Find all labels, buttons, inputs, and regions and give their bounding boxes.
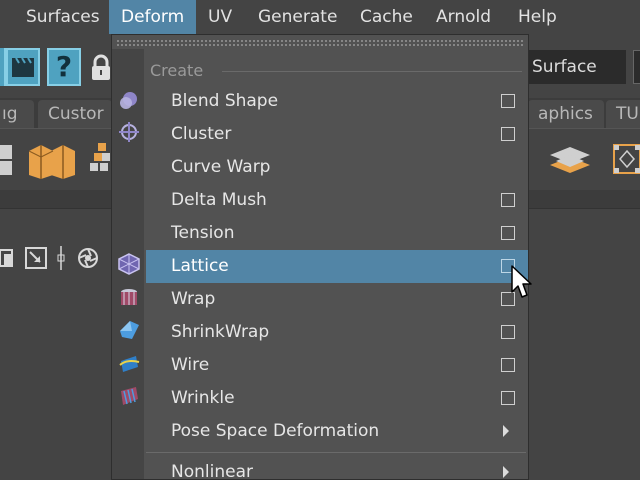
menu-item-cluster[interactable]: Cluster	[146, 118, 528, 151]
divider-handle-icon	[57, 246, 65, 270]
wrinkle-icon	[121, 387, 138, 405]
menu-item-label: Cluster	[171, 124, 232, 144]
menu-item-label: Tension	[171, 223, 235, 243]
main-menubar: Surfaces Deform UV Generate Cache Arnold…	[0, 0, 640, 34]
menu-item-pose-space-deformation[interactable]: Pose Space Deformation	[146, 415, 528, 448]
submenu-arrow-icon	[503, 466, 509, 478]
menu-generate[interactable]: Generate	[258, 0, 337, 34]
menu-item-blend-shape[interactable]: Blend Shape	[146, 85, 528, 118]
tearoff-bar[interactable]	[116, 39, 524, 47]
submenu-arrow-icon	[503, 425, 509, 437]
mouse-cursor-icon	[511, 265, 532, 298]
menu-help[interactable]: Help	[518, 0, 557, 34]
option-box-icon[interactable]	[501, 127, 515, 141]
wire-icon	[119, 356, 140, 372]
lattice-icon	[118, 253, 140, 275]
menu-item-label: Lattice	[171, 256, 229, 276]
shelf-tab-tu[interactable]: TU	[606, 100, 640, 128]
menu-item-delta-mush[interactable]: Delta Mush	[146, 184, 528, 217]
menu-item-label: Wrinkle	[171, 388, 235, 408]
option-box-icon[interactable]	[501, 193, 515, 207]
shelf-tab-custom[interactable]: Custor	[38, 100, 112, 128]
menu-separator	[146, 452, 526, 453]
menu-item-label: Wire	[171, 355, 210, 375]
aperture-icon[interactable]	[76, 246, 100, 270]
option-box-icon[interactable]	[501, 391, 515, 405]
clapper-icon[interactable]	[6, 48, 40, 86]
shrinkwrap-icon	[120, 321, 139, 339]
menu-item-curve-warp[interactable]: Curve Warp	[146, 151, 528, 184]
cube-stack-icon[interactable]	[90, 141, 110, 181]
menu-item-tension[interactable]: Tension	[146, 217, 528, 250]
section-divider	[222, 71, 522, 72]
menu-item-nonlinear[interactable]: Nonlinear	[146, 456, 528, 480]
cluster-icon	[119, 122, 139, 142]
menu-arnold[interactable]: Arnold	[436, 0, 491, 34]
menu-item-label: ShrinkWrap	[171, 322, 270, 342]
option-box-icon[interactable]	[501, 94, 515, 108]
expand-icon[interactable]	[24, 246, 48, 270]
menu-item-label: Blend Shape	[171, 91, 279, 111]
surface-field[interactable]: Surface	[526, 50, 626, 84]
section-header-create: Create	[150, 61, 204, 80]
cube-split-icon[interactable]	[27, 143, 77, 179]
wrap-icon	[121, 289, 137, 305]
menu-item-wrinkle[interactable]: Wrinkle	[146, 382, 528, 415]
blend-shape-icon	[120, 92, 137, 109]
menu-item-shrinkwrap[interactable]: ShrinkWrap	[146, 316, 528, 349]
menu-item-label: Wrap	[171, 289, 216, 309]
help-question-icon[interactable]: ?	[47, 48, 81, 86]
menu-item-label: Pose Space Deformation	[171, 421, 380, 441]
lattice-box-icon[interactable]	[612, 141, 640, 179]
menu-item-label: Nonlinear	[171, 462, 253, 480]
option-box-icon[interactable]	[501, 226, 515, 240]
option-box-icon[interactable]	[501, 325, 515, 339]
menu-item-lattice[interactable]: Lattice	[146, 250, 528, 283]
surface-field-text: Surface	[532, 57, 597, 77]
lock-icon[interactable]	[90, 54, 112, 82]
shelf-tab-rigging[interactable]: ıg	[0, 100, 34, 128]
menu-surfaces[interactable]: Surfaces	[26, 0, 100, 34]
surface-field-button[interactable]	[633, 50, 640, 84]
menu-item-label: Curve Warp	[171, 157, 271, 177]
plane-stack-icon[interactable]	[548, 145, 594, 177]
plane-grid-icon[interactable]	[0, 143, 16, 179]
menu-cache[interactable]: Cache	[360, 0, 413, 34]
menu-deform[interactable]: Deform	[109, 0, 197, 34]
menu-uv[interactable]: UV	[208, 0, 232, 34]
option-box-icon[interactable]	[501, 358, 515, 372]
panel-layout-icon[interactable]	[0, 248, 14, 268]
menu-item-wrap[interactable]: Wrap	[146, 283, 528, 316]
shelf-tab-graphics[interactable]: aphics	[528, 100, 604, 128]
deform-dropdown-menu: Create Blend Shape Cluster Curve Warp De…	[111, 34, 529, 480]
menu-item-label: Delta Mush	[171, 190, 267, 210]
menu-item-wire[interactable]: Wire	[146, 349, 528, 382]
